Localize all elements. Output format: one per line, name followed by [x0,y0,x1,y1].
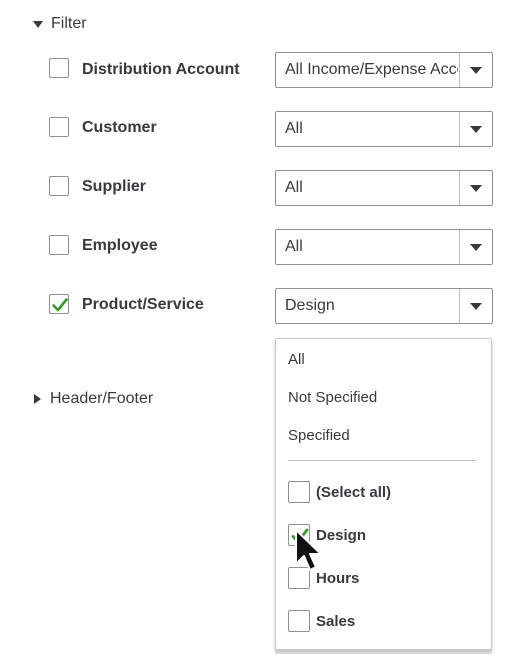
select-all-label[interactable]: (Select all) [316,484,391,501]
product-service-select[interactable]: Design [275,288,493,324]
filter-section-toggle[interactable]: Filter [33,15,87,33]
dropdown-divider [288,460,476,461]
chevron-down-icon [470,303,482,310]
customer-select[interactable]: All [275,111,493,147]
distribution-account-checkbox[interactable] [49,58,69,78]
product-service-checkbox[interactable] [49,294,69,314]
supplier-dropdown-button[interactable] [459,171,492,205]
distribution-account-value: All Income/Expense Accounts [285,61,458,78]
employee-select[interactable]: All [275,229,493,265]
employee-value: All [285,238,303,255]
supplier-value: All [285,179,303,196]
caret-right-icon [34,394,41,404]
dropdown-option-all[interactable]: All [288,351,305,368]
employee-dropdown-button[interactable] [459,230,492,264]
supplier-label: Supplier [82,178,147,195]
checkmark-icon [52,298,68,312]
mouse-pointer-icon [295,529,322,571]
filter-section-label: Filter [51,15,87,32]
product-service-label: Product/Service [82,296,204,313]
employee-label: Employee [82,237,158,254]
chevron-down-icon [470,244,482,251]
supplier-checkbox[interactable] [49,176,69,196]
chevron-down-icon [470,126,482,133]
product-service-dropdown-panel: All Not Specified Specified (Select all)… [275,338,492,650]
employee-checkbox[interactable] [49,235,69,255]
dropdown-option-not-specified[interactable]: Not Specified [288,389,377,406]
product-service-value: Design [285,297,335,314]
distribution-account-label: Distribution Account [82,61,240,78]
chevron-down-icon [470,67,482,74]
dropdown-option-specified[interactable]: Specified [288,427,350,444]
header-footer-section-label: Header/Footer [50,390,154,407]
customer-dropdown-button[interactable] [459,112,492,146]
header-footer-section-toggle[interactable]: Header/Footer [34,390,153,408]
product-service-dropdown-button[interactable] [459,289,492,323]
distribution-account-dropdown-button[interactable] [459,53,492,87]
select-all-checkbox[interactable] [288,481,310,503]
chevron-down-icon [470,185,482,192]
customer-checkbox[interactable] [49,117,69,137]
customer-value: All [285,120,303,137]
customer-label: Customer [82,119,157,136]
sales-checkbox[interactable] [288,610,310,632]
distribution-account-select[interactable]: All Income/Expense Accounts [275,52,493,88]
caret-down-icon [33,20,43,28]
supplier-select[interactable]: All [275,170,493,206]
sales-label[interactable]: Sales [316,613,355,630]
